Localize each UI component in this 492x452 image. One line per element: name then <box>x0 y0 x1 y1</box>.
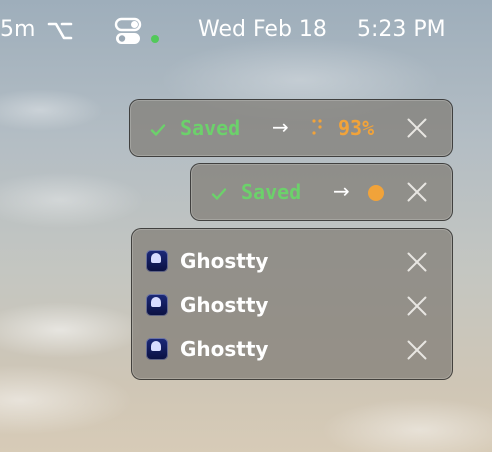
list-item[interactable]: Ghostty <box>132 283 452 327</box>
menu-bar: 5m Wed Feb 18 5:23 PM <box>0 10 492 48</box>
notification-saved-pending[interactable]: Saved → <box>190 163 453 221</box>
ghostty-icon <box>146 250 168 272</box>
menubar-time[interactable]: 5:23 PM <box>357 16 446 44</box>
app-name: Ghostty <box>180 337 269 361</box>
saved-label: Saved <box>241 180 302 204</box>
list-item[interactable]: Ghostty <box>132 239 452 283</box>
app-notification-group: Ghostty Ghostty Ghostty <box>131 228 453 380</box>
progress-percent: 93% <box>338 116 375 140</box>
menubar-left-text[interactable]: 5m <box>0 16 35 44</box>
close-icon[interactable] <box>406 251 428 273</box>
notification-saved-progress[interactable]: Saved → 93% <box>129 99 453 157</box>
ghostty-icon <box>146 338 168 360</box>
check-icon <box>211 180 227 204</box>
check-icon <box>150 116 166 140</box>
close-icon[interactable] <box>406 117 428 139</box>
list-item[interactable]: Ghostty <box>132 327 452 371</box>
control-center-icon[interactable] <box>114 17 144 47</box>
close-icon[interactable] <box>406 339 428 361</box>
close-icon[interactable] <box>406 181 428 203</box>
saved-label: Saved <box>180 116 241 140</box>
arrow-icon: → <box>272 115 289 139</box>
ghostty-icon <box>146 294 168 316</box>
spinner-icon <box>312 118 322 140</box>
arrow-icon: → <box>333 179 350 203</box>
close-icon[interactable] <box>406 295 428 317</box>
status-dot <box>151 35 159 43</box>
app-name: Ghostty <box>180 293 269 317</box>
option-key-icon[interactable] <box>47 18 73 44</box>
pending-dot-icon <box>368 185 384 201</box>
menubar-date[interactable]: Wed Feb 18 <box>198 16 327 44</box>
app-name: Ghostty <box>180 249 269 273</box>
